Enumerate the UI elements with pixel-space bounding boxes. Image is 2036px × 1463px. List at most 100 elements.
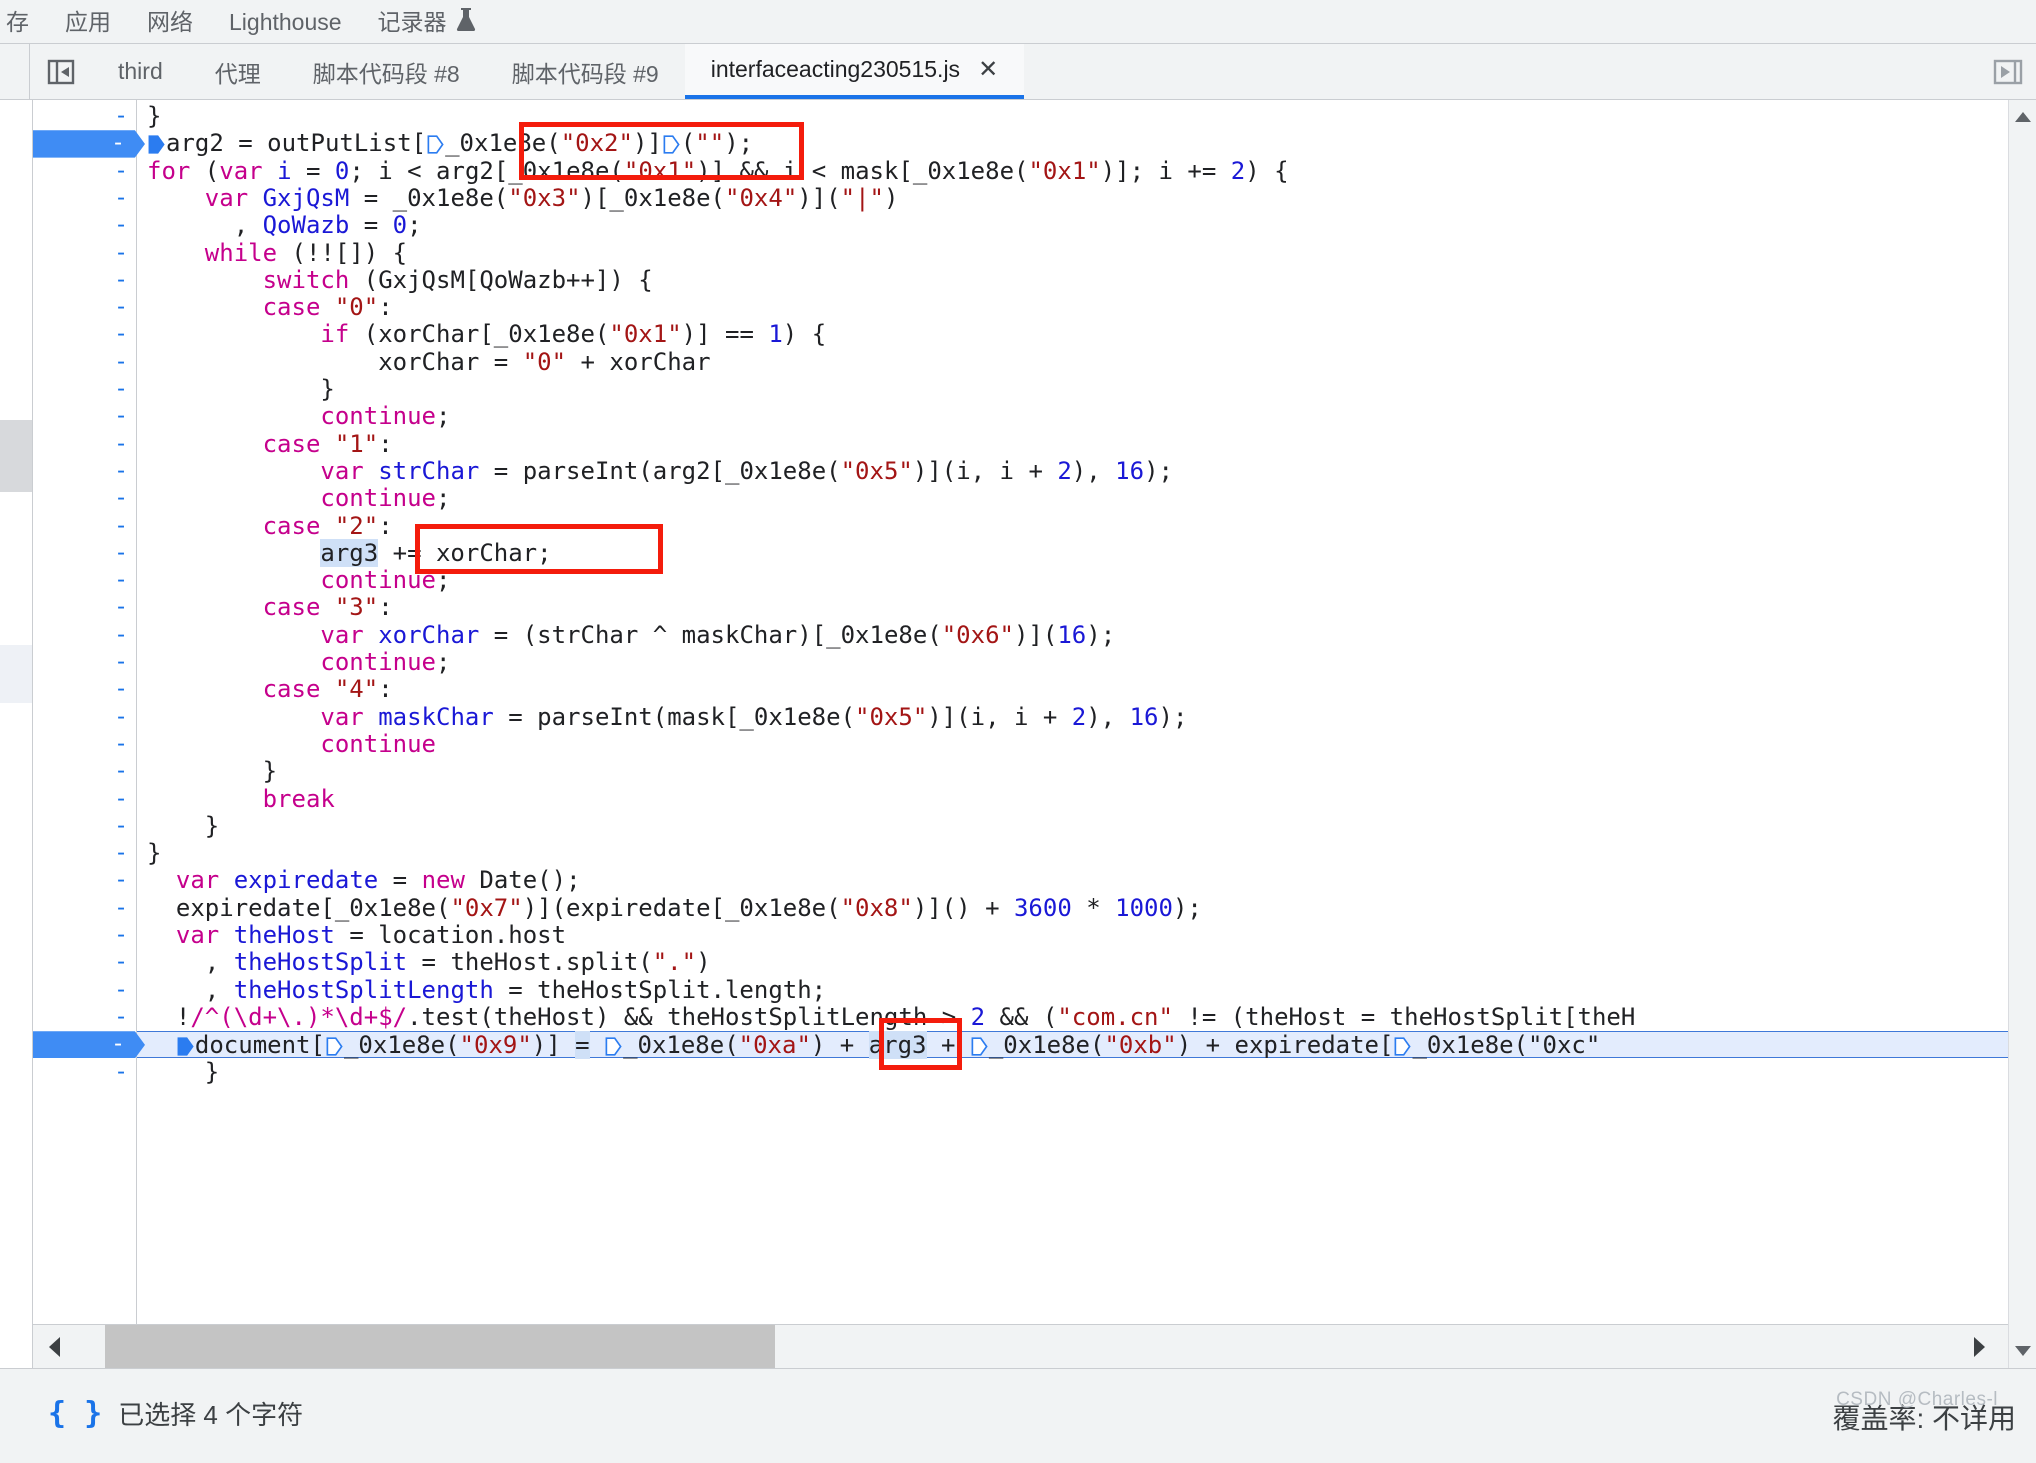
fold-marker-icon[interactable]	[148, 135, 165, 154]
line-number[interactable]: -	[32, 813, 128, 840]
line-number[interactable]: -	[32, 758, 128, 785]
line-number[interactable]: -	[32, 240, 128, 267]
code-line[interactable]: for (var i = 0; i < arg2[_0x1e8e("0x1")]…	[137, 157, 2008, 185]
line-number[interactable]: -	[32, 212, 128, 239]
line-number[interactable]: -	[32, 895, 128, 922]
code-line[interactable]: arg2 = outPutList[_0x1e8e("0x2")] ("");	[137, 129, 2008, 157]
code-line[interactable]: , theHostSplit = theHost.split(".")	[137, 948, 2008, 976]
line-number[interactable]: -	[32, 158, 128, 185]
line-number[interactable]: -	[32, 649, 128, 676]
line-number[interactable]: -	[32, 349, 128, 376]
pretty-print-icon[interactable]: { }	[48, 1396, 102, 1431]
code-line[interactable]: continue	[137, 730, 2008, 758]
fold-marker-icon[interactable]	[326, 1037, 343, 1056]
scroll-right-icon[interactable]	[1952, 1336, 2008, 1358]
fold-marker-icon[interactable]	[605, 1037, 622, 1056]
execution-pointer-icon[interactable]: -	[33, 130, 145, 158]
file-tab-4-active[interactable]: interfaceacting230515.js ✕	[684, 44, 1025, 99]
code-line[interactable]: , theHostSplitLength = theHostSplit.leng…	[137, 976, 2008, 1004]
line-number[interactable]: -	[32, 704, 128, 731]
code-line[interactable]: break	[137, 785, 2008, 813]
navigator-scrollbar-thumb-secondary[interactable]	[0, 645, 32, 703]
line-number[interactable]: -	[32, 540, 128, 567]
line-number[interactable]: -	[32, 731, 128, 758]
show-next-panel-icon[interactable]	[1980, 44, 2036, 99]
fold-marker-icon[interactable]	[427, 135, 444, 154]
panel-tab-1[interactable]: 应用	[47, 0, 129, 44]
panel-tab-0[interactable]: 存	[0, 0, 47, 44]
code-line[interactable]: expiredate[_0x1e8e("0x7")](expiredate[_0…	[137, 894, 2008, 922]
code-line[interactable]: document[_0x1e8e("0x9")] = _0x1e8e("0xa"…	[137, 1031, 2008, 1060]
line-number[interactable]: -	[32, 1004, 128, 1031]
scroll-down-icon[interactable]	[2009, 1338, 2036, 1364]
code-line[interactable]: var maskChar = parseInt(mask[_0x1e8e("0x…	[137, 703, 2008, 731]
close-icon[interactable]: ✕	[978, 57, 998, 82]
scroll-left-icon[interactable]	[33, 1336, 75, 1358]
line-number[interactable]: -	[32, 676, 128, 703]
file-tab-0[interactable]: third	[92, 44, 189, 99]
code-line[interactable]: var GxjQsM = _0x1e8e("0x3")[_0x1e8e("0x4…	[137, 184, 2008, 212]
line-number[interactable]: -	[32, 185, 128, 212]
line-number[interactable]: -	[32, 513, 128, 540]
editor-horizontal-scrollbar[interactable]	[33, 1324, 2008, 1369]
code-line[interactable]: xorChar = "0" + xorChar	[137, 348, 2008, 376]
line-number[interactable]: -	[32, 594, 128, 621]
line-number[interactable]: -	[32, 267, 128, 294]
line-number[interactable]: -	[32, 567, 128, 594]
line-number[interactable]: -	[32, 321, 128, 348]
code-line[interactable]: continue;	[137, 484, 2008, 512]
scroll-up-icon[interactable]	[2009, 104, 2036, 130]
code-line[interactable]: var expiredate = new Date();	[137, 867, 2008, 895]
code-line[interactable]: var xorChar = (strChar ^ maskChar)[_0x1e…	[137, 621, 2008, 649]
editor-gutter[interactable]: -------------------------------------	[32, 100, 145, 1368]
code-line[interactable]: }	[137, 757, 2008, 785]
file-tab-1[interactable]: 代理	[189, 44, 287, 99]
code-canvas[interactable]: } arg2 = outPutList[_0x1e8e("0x2")] (""); f…	[137, 100, 2008, 1368]
code-line[interactable]: }	[137, 102, 2008, 130]
line-number[interactable]: -	[32, 485, 128, 512]
code-line[interactable]: case "0":	[137, 293, 2008, 321]
line-number[interactable]: -	[32, 103, 128, 130]
line-number[interactable]: -	[32, 431, 128, 458]
code-line[interactable]: }	[137, 1058, 2008, 1086]
code-line[interactable]: continue;	[137, 402, 2008, 430]
code-line[interactable]: var theHost = location.host	[137, 921, 2008, 949]
code-line[interactable]: continue;	[137, 566, 2008, 594]
panel-tab-4[interactable]: 记录器	[360, 0, 495, 44]
source-editor[interactable]: ------------------------------------- }a…	[0, 100, 2036, 1369]
file-tab-3[interactable]: 脚本代码段 #9	[486, 44, 685, 99]
line-number[interactable]: -	[32, 840, 128, 867]
code-line[interactable]: }	[137, 375, 2008, 403]
code-line[interactable]: arg3 += xorChar;	[137, 538, 2008, 567]
horizontal-scrollbar-thumb[interactable]	[105, 1324, 775, 1369]
line-number[interactable]: -	[32, 786, 128, 813]
navigator-scrollbar-thumb[interactable]	[0, 420, 32, 492]
code-line[interactable]: switch (GxjQsM[QoWazb++]) {	[137, 266, 2008, 294]
line-number[interactable]: -	[32, 867, 128, 894]
line-number[interactable]: -	[32, 922, 128, 949]
navigator-vertical-scrollbar[interactable]	[0, 100, 33, 1368]
fold-marker-icon[interactable]	[971, 1037, 988, 1056]
fold-marker-icon[interactable]	[1394, 1037, 1412, 1056]
code-line[interactable]: !/^(\d+\.)*\d+$/.test(theHost) && theHos…	[137, 1003, 2008, 1031]
show-navigator-icon[interactable]	[30, 44, 92, 99]
fold-marker-icon[interactable]	[663, 135, 680, 154]
code-line[interactable]: }	[137, 812, 2008, 840]
code-line[interactable]: var strChar = parseInt(arg2[_0x1e8e("0x5…	[137, 457, 2008, 485]
panel-tab-3[interactable]: Lighthouse	[211, 0, 360, 44]
line-number[interactable]: -	[32, 458, 128, 485]
code-line[interactable]: while (!![]) {	[137, 239, 2008, 267]
line-number[interactable]: -	[32, 376, 128, 403]
line-number[interactable]: -	[32, 949, 128, 976]
file-tab-2[interactable]: 脚本代码段 #8	[287, 44, 486, 99]
line-number[interactable]: -	[32, 977, 128, 1004]
line-number[interactable]: -	[32, 403, 128, 430]
line-number[interactable]: -	[32, 294, 128, 321]
code-line[interactable]: continue;	[137, 648, 2008, 676]
line-number[interactable]: -	[32, 1059, 128, 1086]
editor-vertical-scrollbar[interactable]	[2008, 100, 2036, 1368]
line-number[interactable]: -	[32, 622, 128, 649]
code-line[interactable]: , QoWazb = 0;	[137, 211, 2008, 239]
code-line[interactable]: case "1":	[137, 430, 2008, 458]
code-line[interactable]: }	[137, 839, 2008, 867]
